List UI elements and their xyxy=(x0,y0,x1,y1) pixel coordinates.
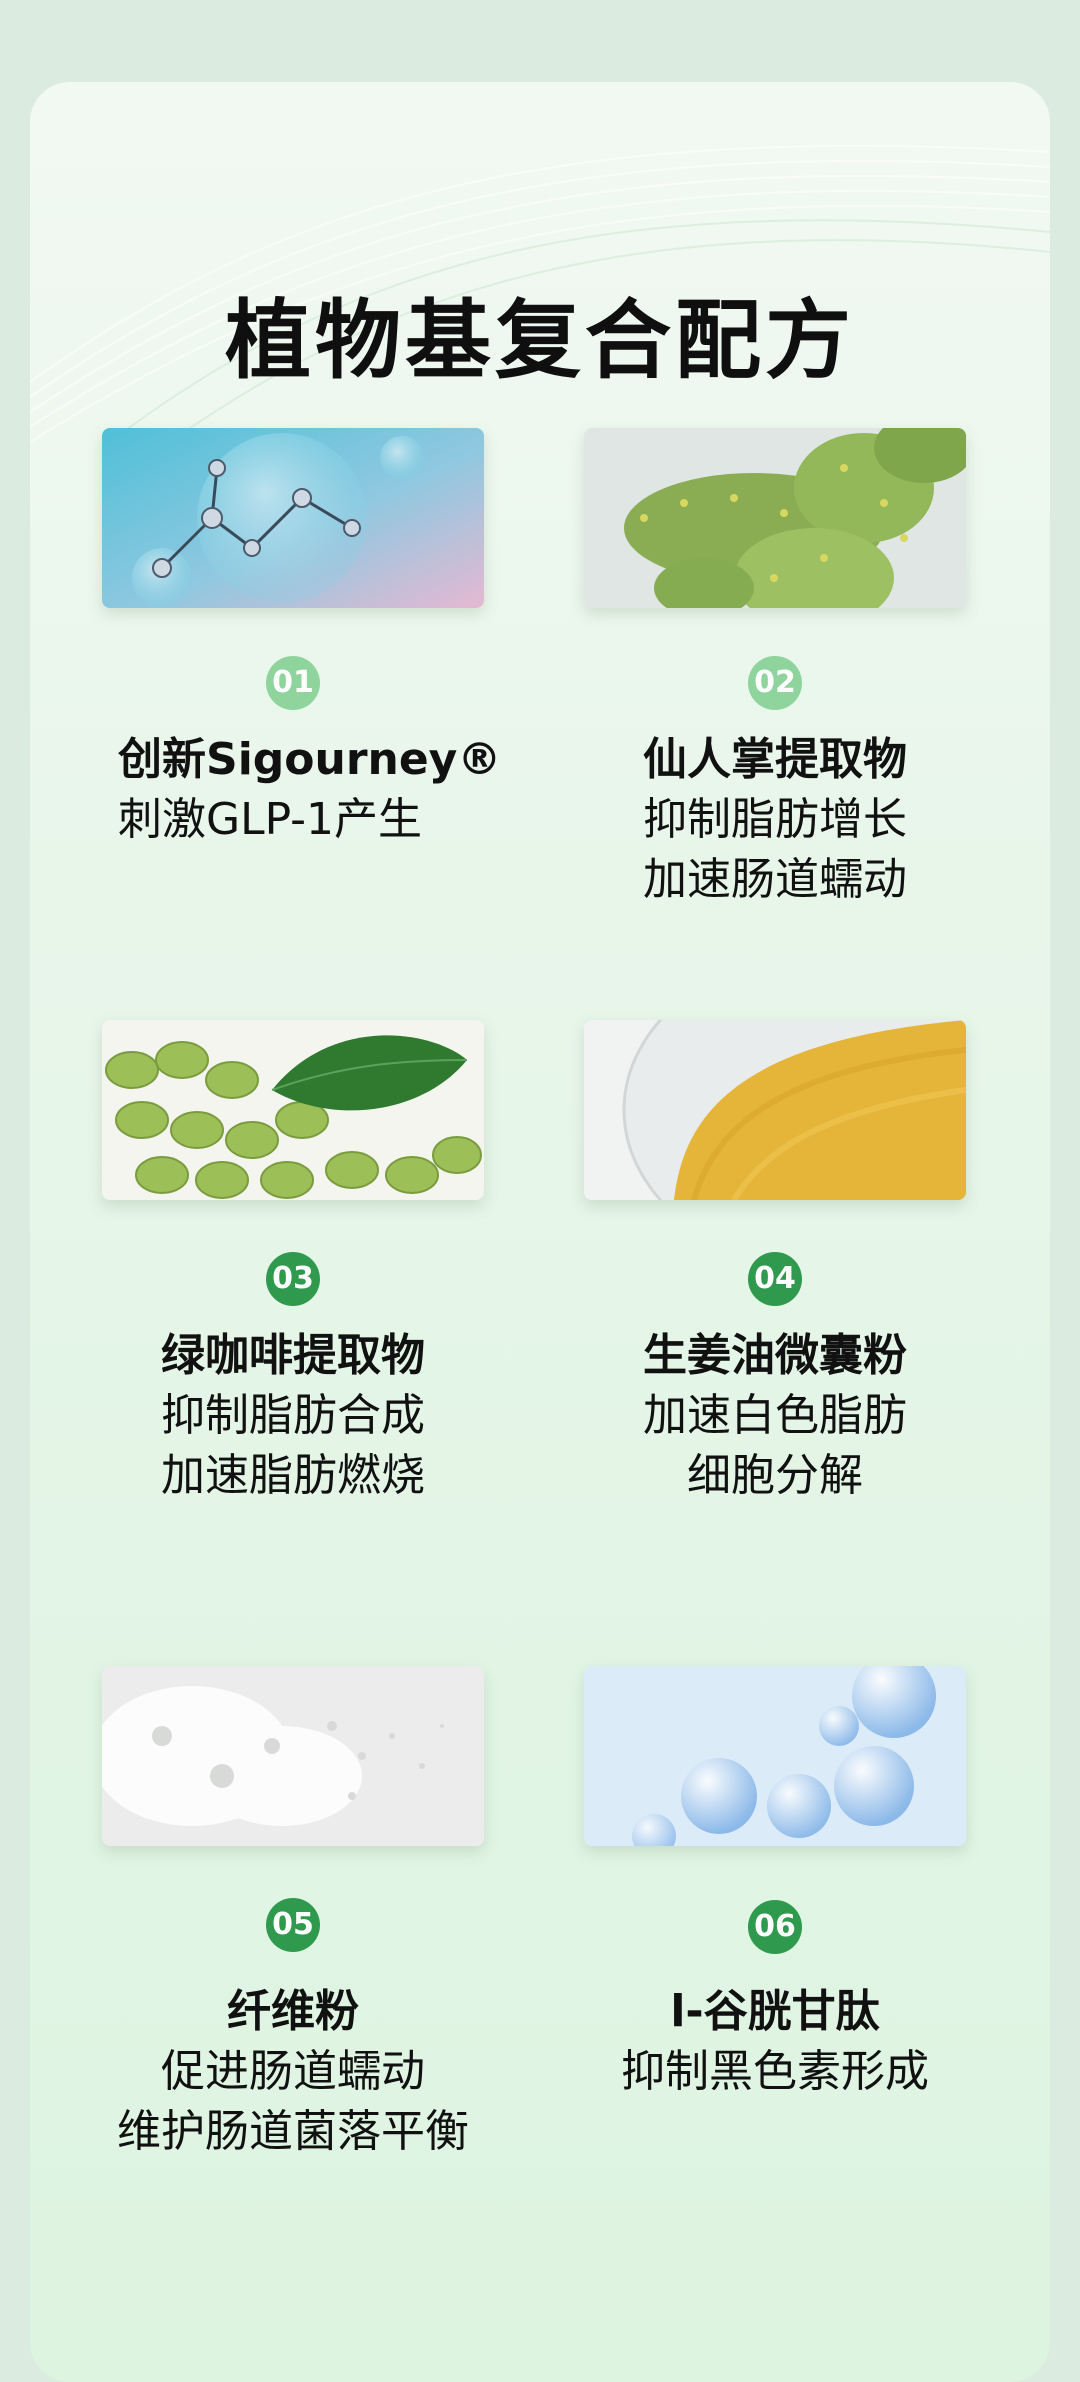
ingredient-text-1: 创新Sigourney® 刺激GLP-1产生 xyxy=(118,730,501,850)
ingredient-card-3 xyxy=(102,1020,484,1200)
ingredient-benefit: 细胞分解 xyxy=(687,1450,863,1501)
number-badge-03: 03 xyxy=(266,1252,320,1306)
ingredient-text-6: l-谷胱甘肽 抑制黑色素形成 xyxy=(584,1982,966,2102)
green-coffee-beans-image xyxy=(102,1020,484,1200)
ingredient-benefit: 促进肠道蠕动 xyxy=(161,2046,425,2097)
ingredient-card-5 xyxy=(102,1666,484,1846)
ingredient-benefit: 维护肠道菌落平衡 xyxy=(117,2106,469,2157)
blue-bubbles-image xyxy=(584,1666,966,1846)
molecule-bubbles-image xyxy=(102,428,484,608)
ingredient-benefit: 加速白色脂肪 xyxy=(643,1390,907,1441)
ingredient-text-4: 生姜油微囊粉 加速白色脂肪 细胞分解 xyxy=(584,1326,966,1506)
ingredient-heading: l-谷胱甘肽 xyxy=(670,1986,880,2037)
ginger-powder-image xyxy=(584,1020,966,1200)
ingredient-card-2 xyxy=(584,428,966,608)
number-badge-02: 02 xyxy=(748,656,802,710)
ingredient-heading: 纤维粉 xyxy=(227,1986,359,2037)
ingredient-benefit: 抑制黑色素形成 xyxy=(621,2046,929,2097)
ingredient-benefit: 加速肠道蠕动 xyxy=(643,854,907,905)
ingredient-text-2: 仙人掌提取物 抑制脂肪增长 加速肠道蠕动 xyxy=(584,730,966,910)
ingredient-card-4 xyxy=(584,1020,966,1200)
ingredient-heading: 绿咖啡提取物 xyxy=(161,1330,425,1381)
number-badge-05: 05 xyxy=(266,1898,320,1952)
ingredient-benefit: 刺激GLP-1产生 xyxy=(118,794,423,845)
ingredient-text-5: 纤维粉 促进肠道蠕动 维护肠道菌落平衡 xyxy=(84,1982,502,2162)
cactus-image xyxy=(584,428,966,608)
number-badge-06: 06 xyxy=(748,1900,802,1954)
ingredient-benefit: 抑制脂肪增长 xyxy=(643,794,907,845)
white-fiber-powder-image xyxy=(102,1666,484,1846)
ingredient-text-3: 绿咖啡提取物 抑制脂肪合成 加速脂肪燃烧 xyxy=(102,1326,484,1506)
number-badge-01: 01 xyxy=(266,656,320,710)
ingredient-benefit: 加速脂肪燃烧 xyxy=(161,1450,425,1501)
page-title: 植物基复合配方 xyxy=(225,291,855,391)
ingredient-heading: 仙人掌提取物 xyxy=(643,734,907,785)
ingredient-benefit: 抑制脂肪合成 xyxy=(161,1390,425,1441)
ingredient-card-6 xyxy=(584,1666,966,1846)
number-badge-04: 04 xyxy=(748,1252,802,1306)
ingredient-card-1 xyxy=(102,428,484,608)
ingredient-heading: 创新Sigourney® xyxy=(118,734,502,785)
ingredient-heading: 生姜油微囊粉 xyxy=(643,1330,907,1381)
